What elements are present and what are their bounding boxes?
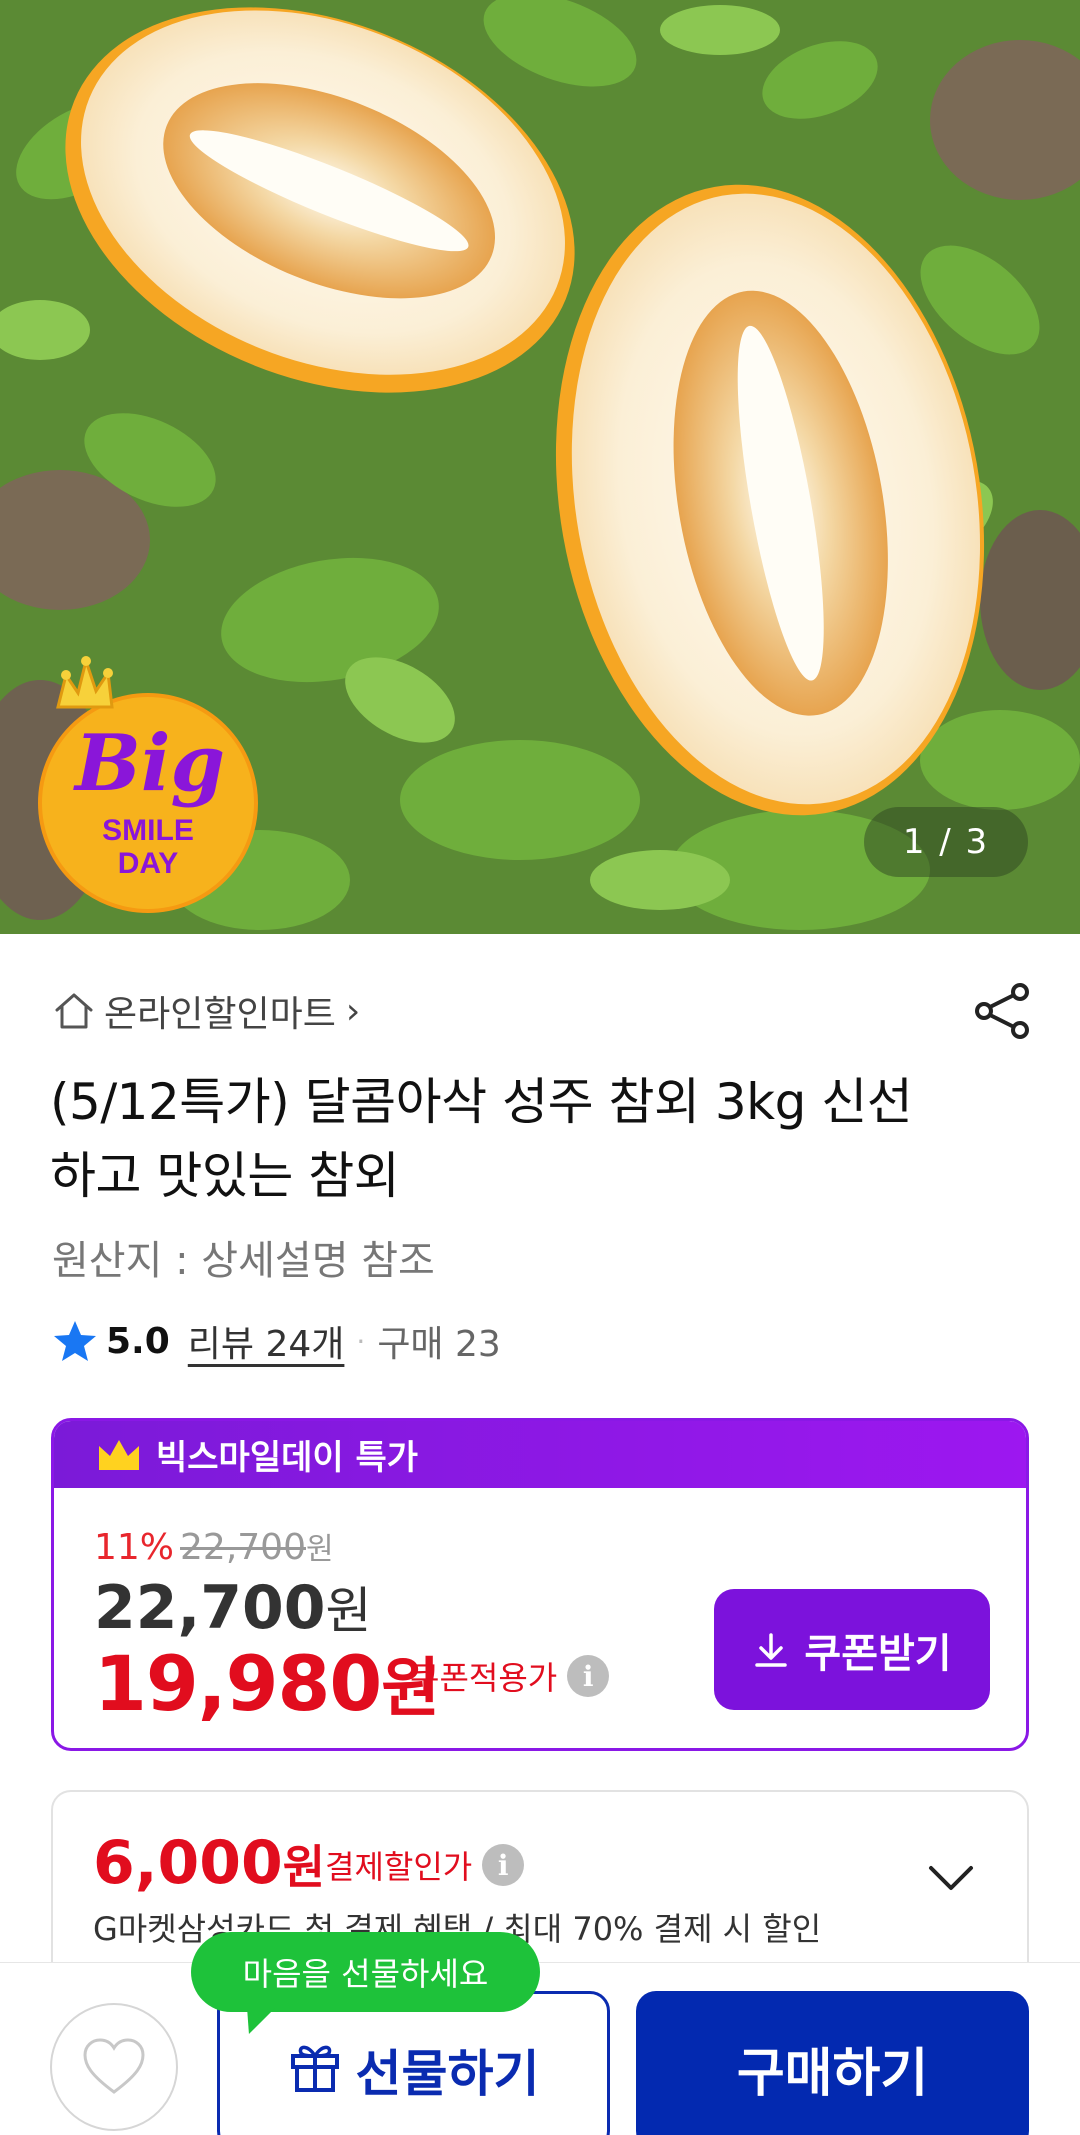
payment-price-label: 결제할인가 i [325,1842,525,1888]
coupon-price-value: 19,980 [94,1639,382,1728]
home-icon [55,993,93,1029]
get-coupon-button[interactable]: 쿠폰받기 [714,1589,990,1710]
product-image[interactable]: Big SMILE DAY 1 / 3 [0,0,1080,934]
chevron-right-icon: › [345,990,361,1032]
store-link[interactable]: 온라인할인마트 › [52,985,360,1037]
info-icon[interactable]: i [482,1844,525,1886]
crown-icon [99,1439,139,1470]
info-icon[interactable]: i [567,1655,610,1697]
wishlist-button[interactable] [50,2003,178,2131]
coupon-label-text: 쿠폰적용가 [410,1659,558,1697]
gift-icon [290,2045,339,2092]
discount-rate: 11% [94,1527,175,1568]
store-name: 온라인할인마트 [104,994,336,1035]
image-counter: 1 / 3 [864,807,1028,877]
origin-info: 원산지 : 상세설명 참조 [52,1238,435,1284]
gift-button-label: 선물하기 [355,2045,540,2103]
share-icon[interactable] [972,980,1034,1042]
coupon-price: 19,980원 [94,1637,440,1729]
rating-score: 5.0 [106,1320,170,1362]
original-price-unit: 원 [305,1532,334,1567]
gift-button[interactable]: 선물하기 [217,1991,610,2135]
crown-icon [56,655,114,709]
download-icon [755,1632,788,1667]
sale-price-value: 22,700 [94,1573,326,1643]
purchase-count: 구매 23 [377,1324,501,1365]
svg-text:DAY: DAY [118,847,179,880]
get-coupon-label: 쿠폰받기 [804,1630,952,1677]
promo-header: 빅스마일데이 특가 [54,1421,1026,1488]
payment-price-unit: 원 [282,1840,326,1894]
sale-price: 22,700원 [94,1571,372,1643]
bottom-action-bar: 선물하기 구매하기 [0,1962,1080,2135]
payment-price: 6,000원 [93,1828,325,1898]
payment-label-text: 결제할인가 [325,1848,473,1886]
promo-header-label: 빅스마일데이 특가 [156,1438,419,1478]
chevron-down-icon[interactable] [923,1850,979,1906]
buy-button[interactable]: 구매하기 [636,1991,1029,2135]
product-title: (5/12특가) 달콤아삭 성주 참외 3kg 신선하고 맛있는 참외 [50,1073,913,1205]
star-icon [54,1321,96,1361]
big-smile-day-badge: Big SMILE DAY [38,655,258,913]
separator-dot: · [356,1324,366,1358]
rating-row: 5.0 리뷰 24개 · 구매 23 [52,1315,501,1367]
payment-price-value: 6,000 [93,1828,283,1898]
original-price: 22,700 [180,1527,306,1568]
sale-price-unit: 원 [325,1582,372,1640]
big-smile-day-price-box: 빅스마일데이 특가 11% 22,700 원 22,700원 19,980원 쿠… [51,1418,1029,1751]
heart-icon [83,2038,145,2094]
svg-text:SMILE: SMILE [102,814,194,847]
coupon-price-label: 쿠폰적용가 i [410,1653,610,1699]
gift-tooltip: 마음을 선물하세요 [191,1932,540,2012]
review-count-link[interactable]: 리뷰 24개 [188,1315,345,1367]
svg-text:Big: Big [73,718,225,809]
discount-row: 11% 22,700 원 [94,1524,334,1568]
